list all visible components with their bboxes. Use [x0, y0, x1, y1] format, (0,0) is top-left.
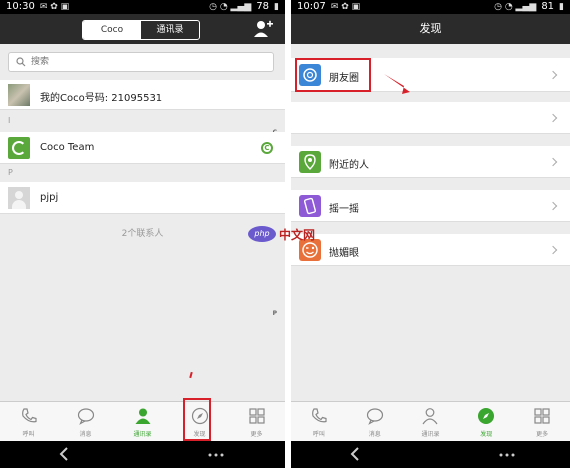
search-icon	[16, 57, 26, 67]
signal-icons: ◷ ◔ ▂▄▆	[209, 2, 252, 12]
contact-name: pjpj	[40, 192, 59, 203]
coco-logo-icon	[8, 137, 30, 159]
menu-dots-icon[interactable]	[208, 453, 224, 457]
watermark-text: 中文网	[279, 227, 316, 242]
contacts-person-icon	[422, 408, 438, 425]
menu-dots-icon[interactable]	[499, 453, 515, 457]
my-number-row[interactable]: 我的Coco号码: 21095531	[0, 80, 285, 110]
item-label: 抛媚眼	[329, 248, 359, 259]
tab-label: 呼叫	[22, 431, 35, 438]
discover-item-shake[interactable]: 摇一摇	[291, 190, 570, 222]
page-title: 发现	[419, 22, 442, 35]
discover-item-wink[interactable]: 抛媚眼	[291, 234, 570, 266]
item-label: 摇一摇	[329, 204, 359, 215]
tab-contacts[interactable]: 通讯录	[403, 402, 459, 441]
notification-icons: ✉ ✿ ▣	[330, 2, 361, 12]
status-time: 10:30	[6, 1, 35, 12]
grid-more-icon	[248, 408, 265, 424]
tab-label: 更多	[536, 431, 549, 438]
segment-coco[interactable]: Coco	[83, 21, 141, 39]
contacts-person-icon	[135, 408, 150, 424]
watermark-logo: php	[248, 226, 276, 242]
battery-icon: ▮	[559, 2, 564, 12]
tab-call[interactable]: 呼叫	[291, 402, 347, 441]
discover-item-empty[interactable]	[291, 102, 570, 134]
battery-icon: ▮	[274, 2, 279, 12]
item-label: 附近的人	[329, 160, 369, 171]
chevron-right-icon	[548, 113, 558, 123]
tab-label: 消息	[79, 431, 92, 438]
contact-name: Coco Team	[40, 142, 95, 153]
grid-more-icon	[534, 408, 550, 424]
segment-contacts[interactable]: 通讯录	[141, 21, 199, 39]
section-letter: P	[8, 168, 13, 177]
phone-icon	[21, 408, 37, 423]
tab-messages[interactable]: 消息	[57, 402, 114, 441]
annotation-arrow-icon	[384, 74, 410, 94]
discover-screen: 10:07 ✉ ✿ ▣ ◷ ◔ ▂▄▆ 81 ▮ 发现 朋友圈 附近的人 摇一摇…	[291, 0, 570, 468]
chevron-right-icon	[548, 70, 558, 80]
header-bar: Coco 通讯录	[0, 14, 285, 44]
location-pin-icon	[299, 151, 321, 173]
compass-icon	[478, 408, 495, 424]
section-letter: I	[8, 116, 11, 125]
add-contact-icon[interactable]	[253, 20, 273, 38]
index-letter-p[interactable]: P	[273, 310, 277, 317]
tab-label: 发现	[480, 431, 493, 438]
tab-call[interactable]: 呼叫	[0, 402, 57, 441]
bottom-tab-bar: 呼叫 消息 通讯录 发现 更多	[291, 401, 570, 441]
tab-label: 更多	[250, 431, 263, 438]
tab-more[interactable]: 更多	[514, 402, 570, 441]
back-icon[interactable]	[349, 447, 361, 461]
tab-label: 通讯录	[421, 431, 440, 438]
bottom-tab-bar: 呼叫 消息 通讯录 发现 更多	[0, 401, 285, 441]
tab-discover[interactable]: 发现	[458, 402, 514, 441]
default-avatar-icon	[8, 187, 30, 209]
search-input[interactable]	[31, 54, 261, 70]
phone-icon	[311, 408, 327, 423]
header-bar: 发现	[291, 14, 570, 44]
status-bar: 10:07 ✉ ✿ ▣ ◷ ◔ ▂▄▆ 81 ▮	[291, 0, 570, 14]
discover-item-nearby[interactable]: 附近的人	[291, 146, 570, 178]
system-nav-bar	[0, 441, 285, 468]
contact-row-coco-team[interactable]: Coco Team C	[0, 132, 285, 164]
notification-icons: ✉ ✿ ▣	[39, 2, 70, 12]
highlight-box	[295, 58, 371, 92]
back-icon[interactable]	[58, 447, 70, 461]
annotation-mark	[189, 371, 193, 379]
tab-contacts[interactable]: 通讯录	[114, 402, 171, 441]
tab-messages[interactable]: 消息	[347, 402, 403, 441]
avatar	[8, 84, 30, 106]
battery-level: 78	[256, 1, 270, 12]
chevron-right-icon	[548, 157, 558, 167]
chat-bubble-icon	[366, 408, 383, 425]
battery-level: 81	[541, 1, 555, 12]
chevron-right-icon	[548, 245, 558, 255]
tab-label: 呼叫	[312, 431, 325, 438]
signal-icons: ◷ ◔ ▂▄▆	[494, 2, 537, 12]
my-number-label: 我的Coco号码: 21095531	[40, 93, 163, 104]
chevron-right-icon	[548, 201, 558, 211]
system-nav-bar	[291, 441, 570, 468]
tab-more[interactable]: 更多	[228, 402, 285, 441]
status-bar: 10:30 ✉ ✿ ▣ ◷ ◔ ▂▄▆ 78 ▮	[0, 0, 285, 14]
segment-control: Coco 通讯录	[82, 20, 200, 40]
shake-phone-icon	[299, 195, 321, 217]
contacts-screen: 10:30 ✉ ✿ ▣ ◷ ◔ ▂▄▆ 78 ▮ Coco 通讯录 我的Coco…	[0, 0, 285, 468]
status-time: 10:07	[297, 1, 326, 12]
contact-count: 2个联系人	[121, 229, 164, 239]
coco-badge-icon: C	[261, 142, 273, 154]
tab-label: 通讯录	[133, 431, 152, 438]
contact-row-pjpj[interactable]: pjpj	[0, 182, 285, 214]
search-box[interactable]	[8, 52, 274, 72]
highlight-box	[183, 398, 211, 441]
chat-bubble-icon	[77, 408, 94, 425]
tab-label: 消息	[368, 431, 381, 438]
watermark: php 中文网	[248, 224, 332, 244]
